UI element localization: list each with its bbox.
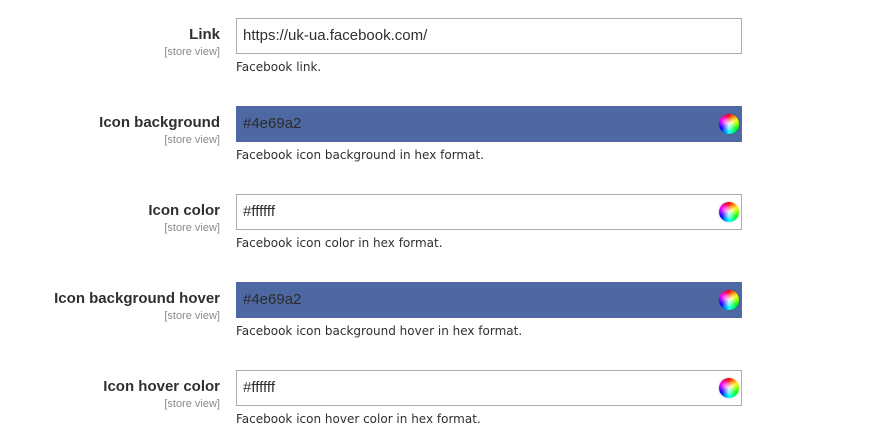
link-input[interactable]: https://uk-ua.facebook.com/	[236, 18, 742, 54]
scope-label: [store view]	[164, 222, 220, 234]
field-label-group: Icon hover color [store view]	[0, 378, 220, 411]
field-label: Icon background	[99, 114, 220, 131]
field-label: Link	[189, 26, 220, 43]
facebook-settings-form: Link [store view] https://uk-ua.facebook…	[0, 0, 879, 440]
field-note: Facebook icon color in hex format.	[236, 236, 443, 250]
field-row-icon-background-hover: Icon background hover [store view] #4e69…	[0, 282, 879, 370]
scope-label: [store view]	[164, 134, 220, 146]
icon-color-input[interactable]: #ffffff	[236, 194, 742, 230]
field-row-icon-color: Icon color [store view] #ffffff Facebook…	[0, 194, 879, 282]
field-row-icon-background: Icon background [store view] #4e69a2 Fac…	[0, 106, 879, 194]
color-wheel-icon[interactable]	[719, 202, 739, 222]
input-value: #4e69a2	[243, 291, 302, 308]
input-value: #ffffff	[243, 203, 275, 220]
color-wheel-icon[interactable]	[719, 290, 739, 310]
field-label: Icon color	[148, 202, 220, 219]
scope-label: [store view]	[164, 398, 220, 410]
icon-hover-color-input[interactable]: #ffffff	[236, 370, 742, 406]
field-label-group: Icon background [store view]	[0, 114, 220, 147]
icon-background-hover-input[interactable]: #4e69a2	[236, 282, 742, 318]
color-wheel-icon[interactable]	[719, 114, 739, 134]
field-label: Icon background hover	[54, 290, 220, 307]
field-note: Facebook icon hover color in hex format.	[236, 412, 481, 426]
icon-background-input[interactable]: #4e69a2	[236, 106, 742, 142]
field-row-link: Link [store view] https://uk-ua.facebook…	[0, 18, 879, 106]
scope-label: [store view]	[164, 46, 220, 58]
field-row-icon-hover-color: Icon hover color [store view] #ffffff Fa…	[0, 370, 879, 440]
input-value: https://uk-ua.facebook.com/	[243, 27, 428, 44]
scope-label: [store view]	[164, 310, 220, 322]
field-note: Facebook icon background hover in hex fo…	[236, 324, 523, 338]
input-value: #4e69a2	[243, 115, 302, 132]
field-label-group: Icon color [store view]	[0, 202, 220, 235]
field-label-group: Icon background hover [store view]	[0, 290, 220, 323]
field-label-group: Link [store view]	[0, 26, 220, 59]
input-value: #ffffff	[243, 379, 275, 396]
field-note: Facebook icon background in hex format.	[236, 148, 484, 162]
color-wheel-icon[interactable]	[719, 378, 739, 398]
field-label: Icon hover color	[103, 378, 220, 395]
field-note: Facebook link.	[236, 60, 322, 74]
